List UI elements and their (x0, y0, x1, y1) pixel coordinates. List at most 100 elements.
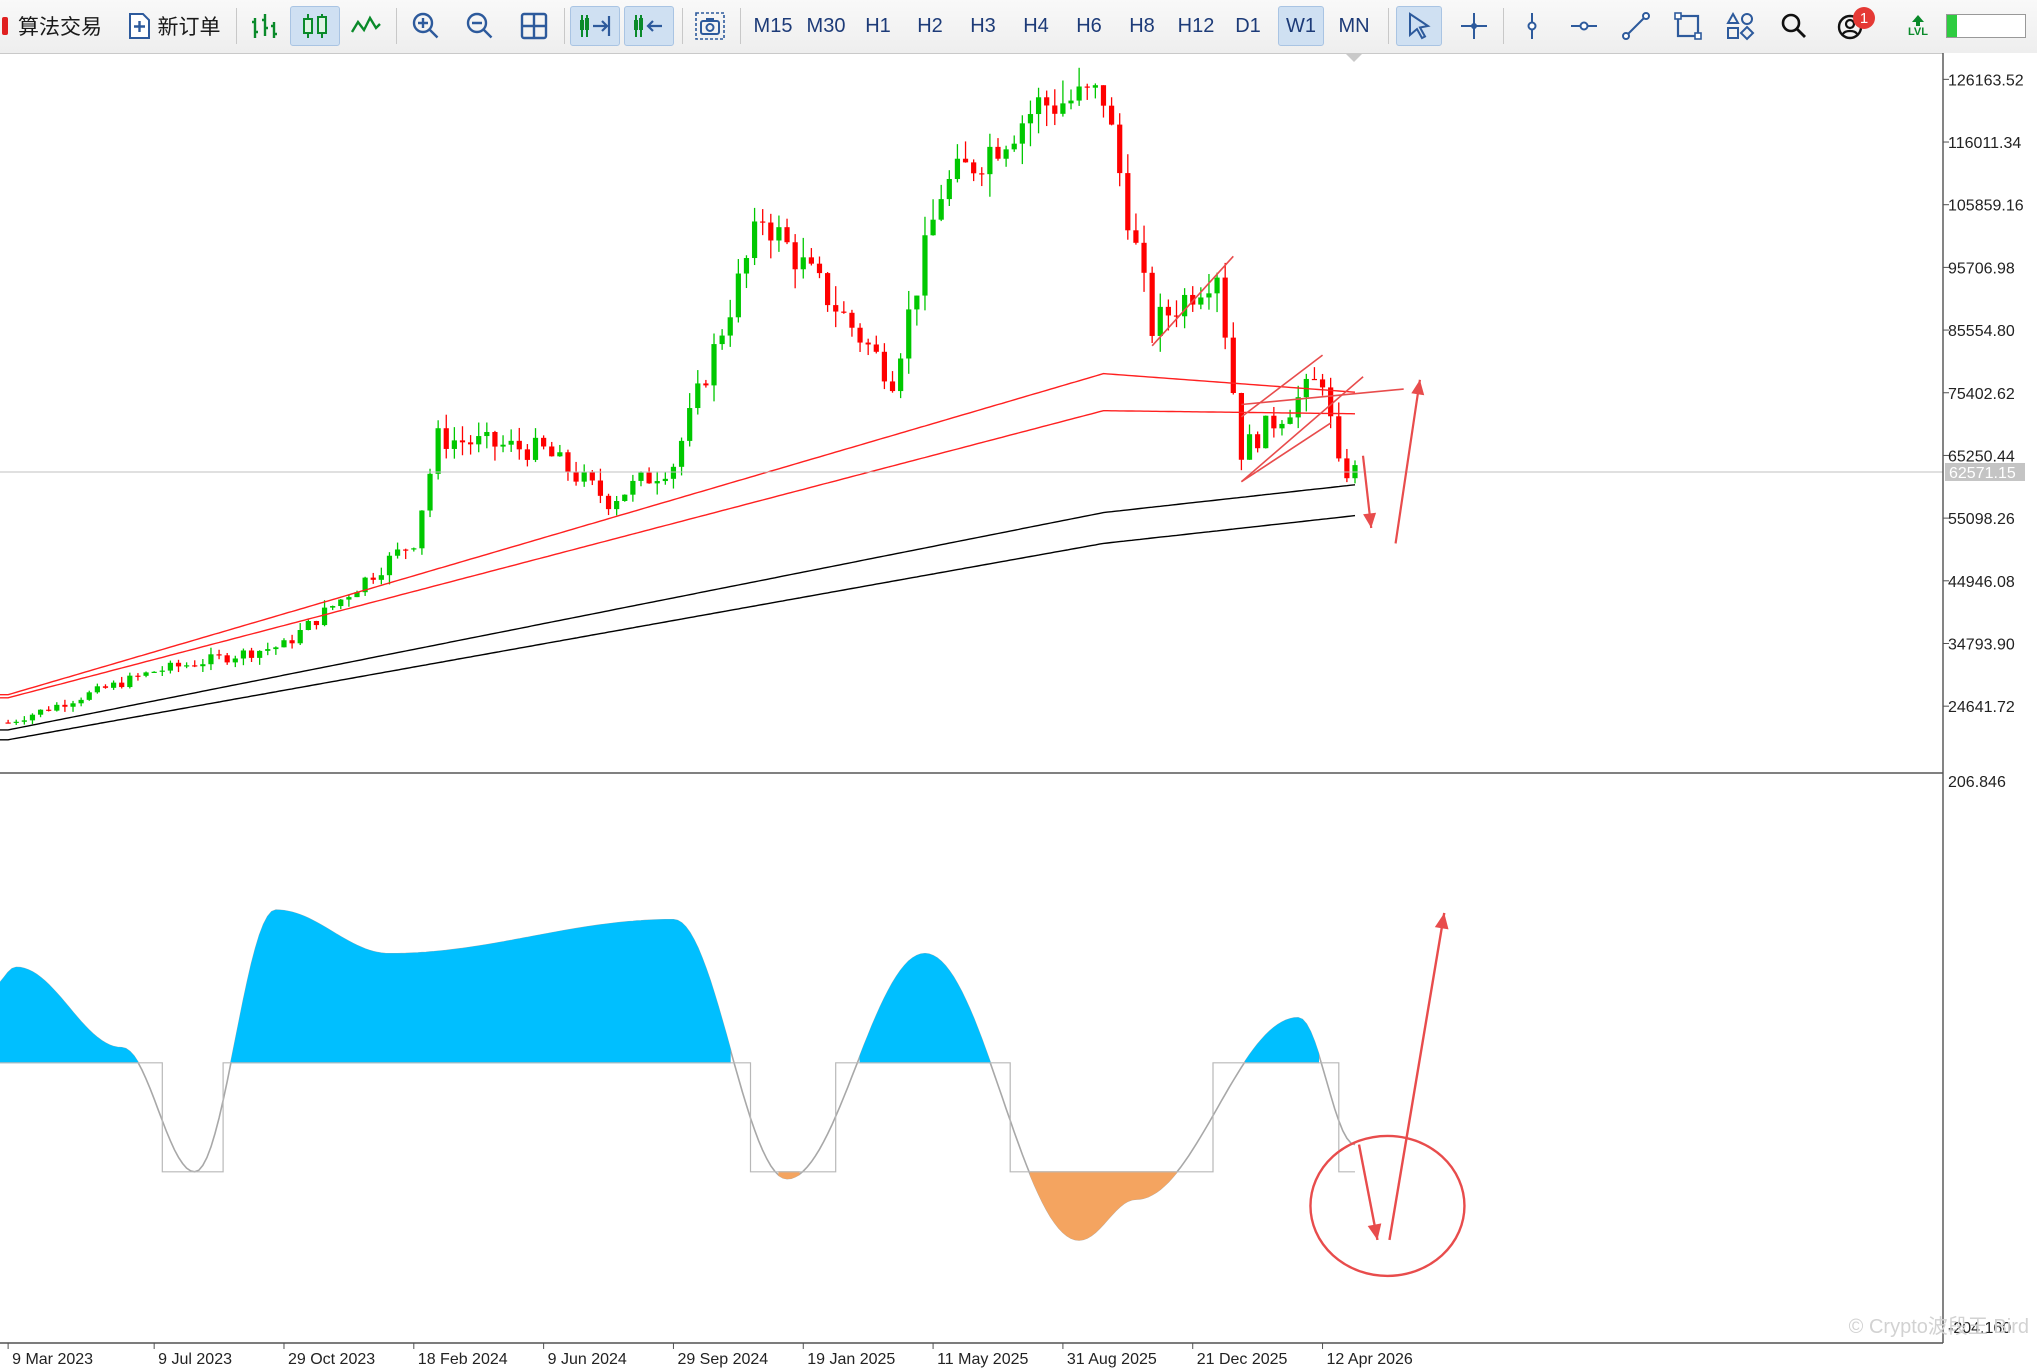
candle-body (938, 199, 944, 220)
horizontal-line-icon (1571, 21, 1597, 31)
connection-strength-fill (1947, 15, 1957, 37)
x-tick-label: 18 Feb 2024 (418, 1351, 508, 1368)
candle (768, 213, 774, 259)
camera-icon (695, 12, 725, 40)
x-tick-label: 29 Sep 2024 (677, 1351, 768, 1368)
search-button[interactable] (1772, 6, 1816, 46)
chart-shift-button[interactable] (624, 6, 674, 46)
connection-strength-bar[interactable] (1946, 14, 2026, 38)
candle (232, 655, 238, 668)
timeframe-h2[interactable]: H2 (908, 6, 952, 46)
rectangle-tool-button[interactable] (1666, 6, 1710, 46)
timeframe-h12[interactable]: H12 (1171, 6, 1221, 46)
new-order-button[interactable]: 新订单 (118, 6, 228, 46)
candle (1255, 431, 1261, 453)
candle-body (248, 650, 255, 658)
horizontal-line-button[interactable] (1562, 6, 1606, 46)
candle (21, 716, 27, 725)
candle (735, 259, 741, 323)
candle-body (630, 480, 636, 495)
candle (1157, 293, 1163, 352)
candle (857, 323, 863, 352)
timeframe-h1[interactable]: H1 (856, 6, 900, 46)
timeframe-h8[interactable]: H8 (1120, 6, 1164, 46)
candle-body (516, 440, 522, 450)
candle (1044, 90, 1050, 127)
signal-level-indicator[interactable]: LVL (1896, 6, 1940, 46)
candle-body (541, 437, 547, 447)
candle (1222, 262, 1228, 350)
crosshair-button[interactable] (1452, 6, 1496, 46)
trendline-icon (1622, 12, 1650, 40)
y-tick-label: 34793.90 (1948, 636, 2015, 653)
candle (135, 673, 141, 681)
shapes-button[interactable] (1718, 6, 1762, 46)
account-button[interactable]: 1 (1826, 6, 1876, 46)
candle (776, 215, 782, 252)
candle (938, 184, 944, 222)
zoom-out-icon (466, 12, 493, 39)
timeframe-m15[interactable]: M15 (748, 6, 798, 46)
timeframe-w1[interactable]: W1 (1278, 6, 1324, 46)
candle-body (1003, 149, 1009, 159)
candle (743, 255, 750, 289)
timeframe-h4[interactable]: H4 (1014, 6, 1058, 46)
candle-body (881, 351, 888, 382)
candle (1092, 83, 1098, 99)
candle-body (979, 173, 985, 175)
timeframe-h3[interactable]: H3 (961, 6, 1005, 46)
candle (102, 684, 109, 689)
candle (995, 138, 1001, 161)
candle-body (411, 548, 417, 550)
up-arrow-oscillator (1388, 912, 1446, 1241)
line-chart-button[interactable] (345, 6, 387, 46)
candle (110, 680, 117, 690)
candle-body (370, 577, 376, 580)
trendline-button[interactable] (1614, 6, 1658, 46)
candle (159, 666, 165, 677)
candle-body (857, 327, 863, 343)
candle (946, 170, 952, 206)
timeframe-mn[interactable]: MN (1330, 6, 1378, 46)
candle (70, 700, 76, 712)
candle (1271, 406, 1277, 438)
candle-body (646, 472, 652, 484)
candle-body (394, 549, 401, 556)
cursor-tool-button[interactable] (1396, 6, 1442, 46)
candle (873, 335, 879, 354)
vertical-line-button[interactable] (1510, 6, 1554, 46)
candle-body (1246, 434, 1253, 460)
zoom-in-button[interactable] (404, 6, 448, 46)
candlestick-chart-button[interactable] (290, 6, 340, 46)
candle (394, 542, 401, 559)
candle-body (508, 440, 514, 445)
timeframe-d1[interactable]: D1 (1226, 6, 1270, 46)
timeframe-h6[interactable]: H6 (1067, 6, 1111, 46)
candle (86, 690, 92, 701)
candle-body (703, 383, 709, 386)
candle (1068, 89, 1074, 110)
zoom-out-button[interactable] (458, 6, 502, 46)
y-tick-label: 126163.52 (1948, 72, 2024, 89)
zoom-in-icon (412, 12, 439, 39)
x-tick-label: 19 Jan 2025 (807, 1351, 895, 1368)
candle (516, 427, 522, 460)
algo-trading-button[interactable]: 算法交易 (0, 6, 104, 46)
moving-average-line (0, 410, 1356, 699)
candle-body (816, 263, 823, 274)
candle (1344, 448, 1350, 483)
candle (167, 660, 173, 674)
timeframe-m30[interactable]: M30 (800, 6, 852, 46)
y-tick-label: 116011.34 (1948, 135, 2021, 152)
positive-histogram-area (1245, 1017, 1319, 1064)
screenshot-button[interactable] (688, 6, 732, 46)
candle-body (776, 227, 782, 241)
autoscroll-button[interactable] (570, 6, 620, 46)
candle-body (1052, 105, 1058, 114)
candle (1149, 266, 1155, 344)
bar-chart-button[interactable] (243, 6, 285, 46)
candle (1108, 97, 1115, 126)
candle (833, 286, 839, 328)
candle (321, 600, 328, 627)
tile-windows-button[interactable] (512, 6, 556, 46)
